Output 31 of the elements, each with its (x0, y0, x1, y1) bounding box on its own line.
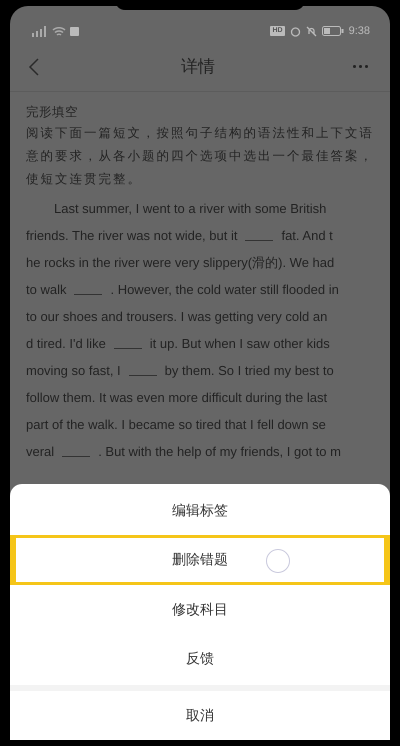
passage-text: veral (26, 443, 54, 461)
passage-text: follow them. It was even more difficult during the last (26, 389, 328, 407)
signal-icon (30, 26, 48, 36)
menu-item[interactable]: 反馈 (10, 634, 390, 683)
back-icon (28, 56, 40, 76)
menu-item[interactable]: 删除错题 (10, 535, 390, 584)
passage-text: part of the walk. I became so tired that I fell down se (26, 416, 326, 434)
passage-text: to walk (26, 281, 66, 299)
clock: 9:38 (348, 24, 370, 39)
passage-text: moving so fast, I (26, 362, 121, 380)
passage-text: by them. So I tried my best to (164, 362, 334, 380)
question-type-label: 完形填空 (26, 104, 79, 121)
touch-indicator (266, 549, 290, 574)
passage-text: it up. But when I saw other kids (150, 335, 330, 353)
menu-item[interactable]: 修改科目 (10, 584, 390, 634)
passage-text: friends. The river was not wide, but it (26, 227, 238, 245)
passage-text: d tired. I'd like (26, 335, 106, 353)
passage-text: Last summer, I went to a river with some British (54, 200, 326, 218)
instructions-text: 阅读下面一篇短文，按照句子结构的语法性和上下文语意的要求，从各小题的四个选项中选出一个最佳答案，使短文连贯完整。 (26, 125, 374, 188)
passage-text: to our shoes and trousers. I was getting very cold an (26, 308, 328, 326)
wifi-icon (52, 26, 66, 36)
notification-icon (70, 26, 79, 36)
passage-text: fat. And t (281, 227, 333, 245)
battery-icon (322, 26, 344, 36)
page-title: 详情 (181, 56, 215, 78)
mute-icon (306, 26, 317, 36)
passage-text: he rocks in the river were very slippery(滑的). We had (26, 254, 334, 272)
passage-text: . But with the help of my friends, I got to m (98, 443, 341, 461)
passage-text: . However, the cold water still flooded in (110, 281, 339, 299)
cancel-button[interactable]: 取消 (10, 690, 390, 740)
menu-item[interactable]: 编辑标签 (10, 486, 390, 536)
